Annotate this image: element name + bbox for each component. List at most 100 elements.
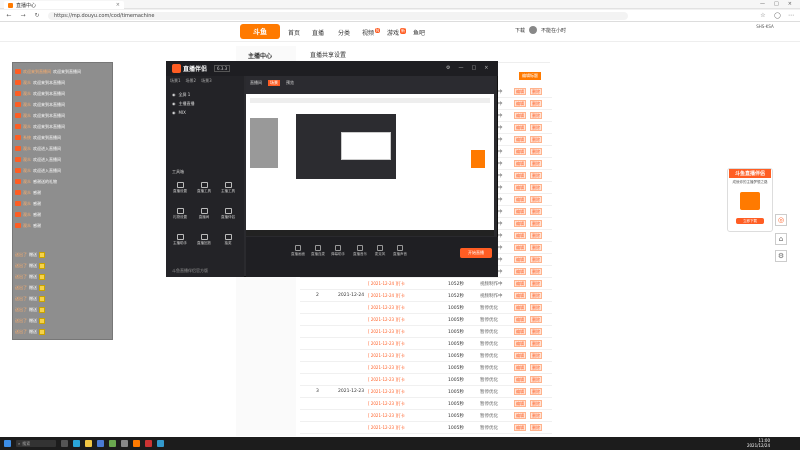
row-link[interactable]: [ 2021-12-23 ]打卡 [368,365,405,371]
edit-button[interactable]: 编辑 [514,100,526,107]
row-link[interactable]: [ 2021-12-23 ]打卡 [368,377,405,383]
minimize-icon[interactable]: — [760,1,765,7]
chat-user[interactable]: 送出了 [15,263,27,269]
chat-user[interactable]: 欢迎来到直播间 [23,69,51,75]
scene-tab[interactable]: 场景2 [186,78,197,84]
preview-tab[interactable]: 预览 [286,80,294,86]
delete-button[interactable]: 删除 [530,388,542,395]
chat-user[interactable]: 观众 [23,212,31,218]
window-close-icon[interactable]: × [788,1,792,7]
edit-button[interactable]: 编辑 [514,220,526,227]
delete-button[interactable]: 删除 [530,232,542,239]
chat-user[interactable]: 送出了 [15,296,27,302]
nav-video[interactable]: 视频 N [362,28,381,37]
start-live-button[interactable]: 开始直播 [460,248,492,258]
chat-user[interactable]: 送出了 [15,285,27,291]
delete-button[interactable]: 删除 [530,424,542,431]
chat-user[interactable]: 送出了 [15,318,27,324]
user-area[interactable]: 下载 不能在小时 [515,26,566,34]
edit-button[interactable]: 编辑 [514,316,526,323]
url-input[interactable]: https://mp.douyu.com/cod/timemachine [48,11,628,20]
edit-button[interactable]: 编辑 [514,244,526,251]
nav-live[interactable]: 直播 [312,28,324,37]
row-link[interactable]: [ 2021-12-24 ]打卡 [368,281,405,287]
toolbox-item[interactable]: 主播助手 [172,234,188,250]
row-link[interactable]: [ 2021-12-23 ]打卡 [368,413,405,419]
edit-button[interactable]: 编辑 [514,268,526,275]
row-link[interactable]: [ 2021-12-23 ]打卡 [368,425,405,431]
row-link[interactable]: [ 2021-12-23 ]打卡 [368,353,405,359]
chat-user[interactable]: 观众 [23,157,31,163]
eye-icon[interactable]: ◉ [172,110,176,115]
nav-fishbar[interactable]: 鱼吧 [413,28,425,37]
chat-user[interactable]: 观众 [23,124,31,130]
chat-user[interactable]: 送出了 [15,274,27,280]
delete-button[interactable]: 删除 [530,88,542,95]
edit-button[interactable]: 编辑 [514,232,526,239]
edit-button[interactable]: 编辑 [514,112,526,119]
row-link[interactable]: [ 2021-12-23 ]打卡 [368,317,405,323]
preview-tab[interactable]: 场景 [268,80,280,86]
chat-user[interactable]: 观众 [23,113,31,119]
delete-button[interactable]: 删除 [530,256,542,263]
delete-button[interactable]: 删除 [530,196,542,203]
row-link[interactable]: [ 2021-12-24 ]打卡 [368,293,405,299]
edit-button[interactable]: 编辑 [514,184,526,191]
task-view-icon[interactable] [61,440,68,447]
back-icon[interactable]: ← [6,12,12,19]
chat-user[interactable]: 送出了 [15,252,27,258]
forward-icon[interactable]: → [20,12,26,19]
delete-button[interactable]: 删除 [530,400,542,407]
edit-button[interactable]: 编辑 [514,148,526,155]
bottom-tool[interactable]: 直播声音 [392,245,408,257]
delete-button[interactable]: 删除 [530,352,542,359]
toolbox-item[interactable]: 直播伴侣 [220,208,236,224]
delete-button[interactable]: 删除 [530,364,542,371]
row-link[interactable]: [ 2021-12-23 ]打卡 [368,401,405,407]
chat-user[interactable]: 观众 [23,146,31,152]
delete-button[interactable]: 删除 [530,316,542,323]
avatar[interactable] [529,26,538,34]
edit-button[interactable]: 编辑 [514,160,526,167]
delete-button[interactable]: 删除 [530,268,542,275]
delete-button[interactable]: 删除 [530,148,542,155]
toolbox-item[interactable]: 主播工具 [220,182,236,198]
delete-button[interactable]: 删除 [530,292,542,299]
nav-category[interactable]: 分类 [338,28,350,37]
promo-download-button[interactable]: 立即下载 [736,218,764,224]
stream-preview[interactable] [246,94,494,236]
app-icon[interactable] [157,440,164,447]
profile-icon[interactable]: ◯ [774,12,781,19]
toolbox-item[interactable]: 直播间 [196,208,212,224]
edge-icon[interactable] [73,440,80,447]
maximize-icon[interactable]: □ [471,65,476,71]
edit-button[interactable]: 编辑 [514,424,526,431]
chat-user[interactable]: 系统 [23,135,31,141]
row-link[interactable]: [ 2021-12-23 ]打卡 [368,305,405,311]
delete-button[interactable]: 删除 [530,304,542,311]
edit-button[interactable]: 编辑 [514,172,526,179]
chat-user[interactable]: 观众 [23,223,31,229]
edit-button[interactable]: 编辑 [514,388,526,395]
edit-button[interactable]: 编辑 [514,88,526,95]
chat-user[interactable]: 观众 [23,91,31,97]
bottom-tool[interactable]: 直播连麦 [310,245,326,257]
edit-button[interactable]: 编辑 [514,292,526,299]
menu-icon[interactable]: ⋯ [788,12,794,19]
store-icon[interactable] [97,440,104,447]
edit-button[interactable]: 编辑 [514,256,526,263]
row-link[interactable]: [ 2021-12-23 ]打卡 [368,389,405,395]
eye-icon[interactable]: ◉ [172,101,176,107]
app-icon[interactable] [121,440,128,447]
scene-item[interactable]: ◉ MIX [172,110,186,115]
delete-button[interactable]: 删除 [530,136,542,143]
delete-button[interactable]: 删除 [530,208,542,215]
bottom-tool[interactable]: 弹幕助手 [330,245,346,257]
edit-button[interactable]: 编辑 [514,364,526,371]
app-icon[interactable] [109,440,116,447]
minimize-icon[interactable]: — [458,65,463,71]
edit-title-button[interactable]: 编辑标题 [519,72,541,80]
edit-button[interactable]: 编辑 [514,412,526,419]
delete-button[interactable]: 删除 [530,160,542,167]
site-logo[interactable]: 斗鱼 [240,24,280,39]
